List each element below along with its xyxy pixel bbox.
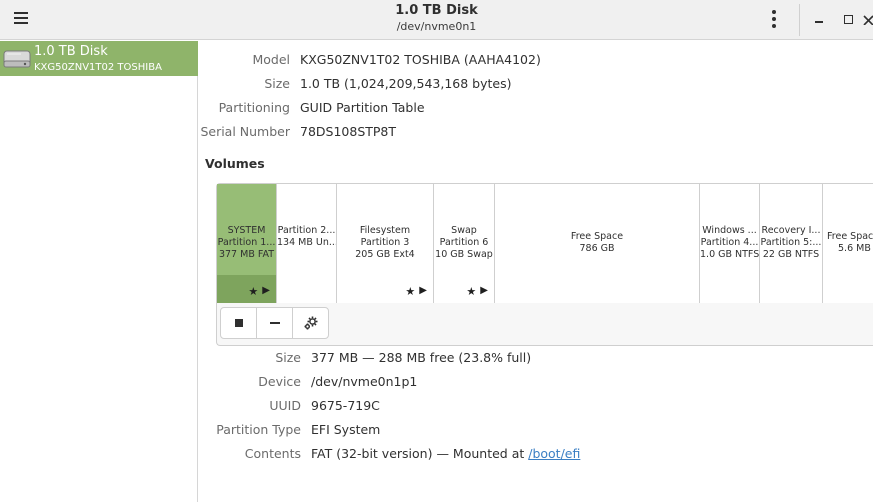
partition-subtitle: Partition 5:...	[760, 237, 822, 248]
partition-block[interactable]: Filesystem Partition 3 205 GB Ext4 ★ ▶	[337, 184, 434, 303]
partition-size: 5.6 MB	[838, 243, 871, 254]
volumes-heading: Volumes	[205, 156, 265, 171]
partition-title: Partition 2...	[277, 225, 336, 236]
star-icon: ★	[405, 285, 416, 298]
partition-block[interactable]: Recovery I... Partition 5:... 22 GB NTFS	[760, 184, 823, 303]
partition-title: Windows ...	[702, 225, 757, 236]
window-subtitle: /dev/nvme0n1	[396, 20, 477, 33]
contents-text: FAT (32-bit version) — Mounted at	[311, 446, 529, 461]
size-value: 1.0 TB (1,024,209,543,168 bytes)	[300, 76, 512, 91]
partition-title: Free Space	[570, 231, 624, 242]
device-value: /dev/nvme0n1p1	[311, 374, 418, 389]
volumes-map: SYSTEM Partition 1... 377 MB FAT ★ ▶ Part…	[216, 183, 873, 346]
partition-subtitle: Partition 6	[439, 237, 489, 248]
maximize-button[interactable]	[838, 9, 858, 29]
close-icon	[863, 14, 873, 25]
serial-number-label: Serial Number	[200, 124, 290, 139]
partition-size: 377 MB FAT	[218, 249, 275, 260]
sidebar-item-model: KXG50ZNV1T02 TOSHIBA	[34, 62, 162, 73]
partition-subtitle: Partition 3	[360, 237, 410, 248]
partition-block[interactable]: SYSTEM Partition 1... 377 MB FAT ★ ▶	[217, 184, 277, 303]
sidebar-item-disk[interactable]: 1.0 TB Disk KXG50ZNV1T02 TOSHIBA	[0, 41, 198, 76]
partitioning-value: GUID Partition Table	[300, 100, 425, 115]
gears-icon	[304, 316, 317, 330]
play-icon: ▶	[262, 285, 270, 296]
drive-options-menu-icon[interactable]	[768, 8, 780, 30]
partition-size: 205 GB Ext4	[355, 249, 415, 260]
partitioning-label: Partitioning	[218, 100, 290, 115]
partition-options-button[interactable]	[292, 307, 329, 339]
free-space-block[interactable]: Free Spac 5.6 MB	[823, 184, 873, 303]
mount-point-link[interactable]: /boot/efi	[528, 446, 580, 461]
drive-details: Model KXG50ZNV1T02 TOSHIBA (AAHA4102) Si…	[199, 41, 873, 502]
maximize-icon	[843, 14, 853, 24]
header-bar: 1.0 TB Disk /dev/nvme0n1	[0, 0, 873, 40]
minimize-button[interactable]	[809, 9, 829, 29]
stop-icon	[234, 319, 243, 327]
volume-size-label: Size	[275, 350, 301, 365]
partition-subtitle: Partition 1...	[217, 237, 276, 248]
header-separator	[799, 4, 800, 36]
size-label: Size	[264, 76, 290, 91]
partition-block[interactable]: Swap Partition 6 10 GB Swap ★ ▶	[434, 184, 495, 303]
partition-title: SYSTEM	[227, 225, 266, 236]
star-icon: ★	[248, 285, 259, 298]
partition-block[interactable]: Partition 2... 134 MB Un...	[277, 184, 337, 303]
partition-subtitle: Partition 4...	[700, 237, 759, 248]
contents-value: FAT (32-bit version) — Mounted at /boot/…	[311, 446, 580, 461]
partition-title: Recovery I...	[761, 225, 821, 236]
volume-size-value: 377 MB — 288 MB free (23.8% full)	[311, 350, 532, 365]
sidebar: 1.0 TB Disk KXG50ZNV1T02 TOSHIBA	[0, 41, 198, 502]
partition-subtitle: 134 MB Un...	[277, 237, 336, 248]
partition-type-value: EFI System	[311, 422, 381, 437]
device-label: Device	[258, 374, 301, 389]
partition-title: Free Spac	[827, 231, 873, 242]
hard-drive-icon	[3, 50, 31, 68]
uuid-label: UUID	[269, 398, 301, 413]
serial-number-value: 78DS108STP8T	[300, 124, 397, 139]
window-title: 1.0 TB Disk	[395, 3, 478, 18]
partition-size: 786 GB	[579, 243, 615, 254]
contents-label: Contents	[244, 446, 301, 461]
minimize-icon	[815, 21, 823, 23]
model-value: KXG50ZNV1T02 TOSHIBA (AAHA4102)	[300, 52, 541, 67]
partition-title: Filesystem	[359, 225, 411, 236]
delete-partition-button[interactable]	[256, 307, 293, 339]
partition-block[interactable]: Windows ... Partition 4... 1.0 GB NTFS	[700, 184, 760, 303]
play-icon: ▶	[419, 285, 427, 296]
uuid-value: 9675-719C	[311, 398, 380, 413]
volume-toolbar	[220, 307, 329, 339]
free-space-block[interactable]: Free Space 786 GB	[495, 184, 700, 303]
sidebar-item-label: 1.0 TB Disk	[34, 44, 108, 59]
partition-size: 1.0 GB NTFS	[700, 249, 759, 260]
partition-title: Swap	[451, 225, 477, 236]
model-label: Model	[252, 52, 290, 67]
unmount-button[interactable]	[220, 307, 257, 339]
minus-icon	[269, 322, 280, 324]
partition-size: 10 GB Swap	[435, 249, 493, 260]
partition-size: 22 GB NTFS	[762, 249, 820, 260]
star-icon: ★	[466, 285, 477, 298]
play-icon: ▶	[480, 285, 488, 296]
close-button[interactable]	[862, 9, 873, 29]
partition-type-label: Partition Type	[216, 422, 301, 437]
